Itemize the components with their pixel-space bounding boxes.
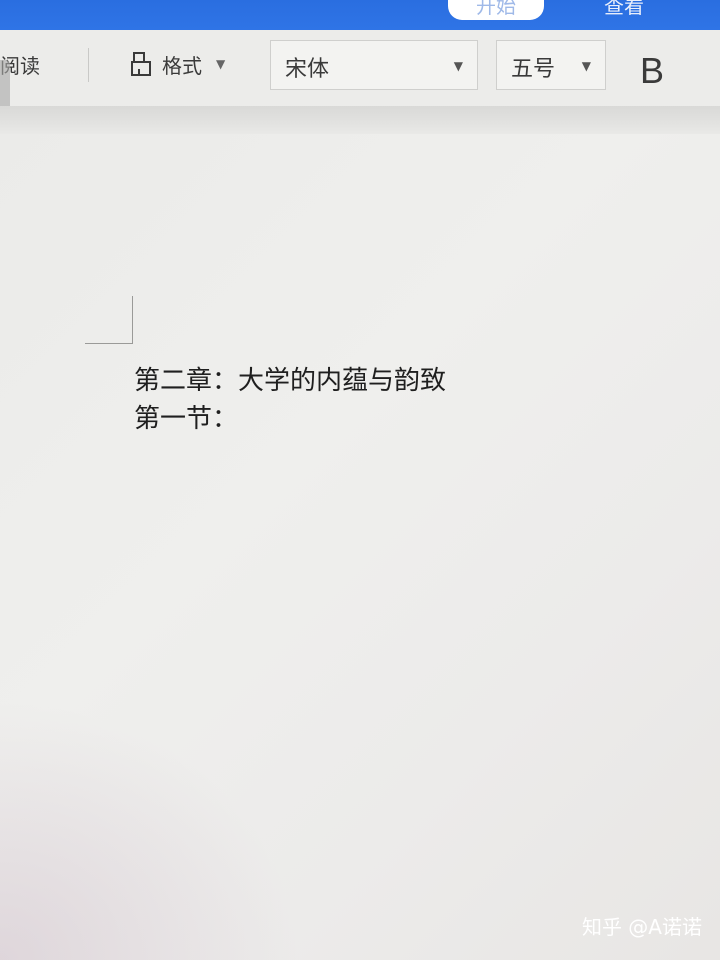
toolbar-divider — [88, 48, 89, 82]
format-brush-icon — [131, 52, 151, 76]
font-family-value: 宋体 — [285, 57, 330, 82]
font-family-select[interactable]: 宋体 ▼ — [270, 40, 478, 90]
tab-start[interactable]: 开始 — [448, 0, 544, 20]
chevron-down-icon: ▼ — [453, 59, 463, 73]
tab-view[interactable]: 查看 — [598, 0, 650, 20]
watermark: 知乎 @A诺诺 — [581, 915, 702, 939]
chevron-down-icon: ▼ — [581, 59, 591, 73]
chevron-down-icon: ▼ — [216, 57, 226, 71]
toolbar: 阅读 格式 ▼ 宋体 ▼ 五号 ▼ B — [0, 30, 720, 106]
document-heading-chapter[interactable]: 第二章：大学的内蕴与韵致 — [134, 360, 446, 397]
format-painter-button[interactable]: 格式 ▼ — [128, 46, 225, 82]
ribbon-tab-bar: 开始 查看 — [0, 0, 720, 30]
page-margin-corner-mark — [85, 296, 133, 344]
document-page[interactable] — [0, 134, 720, 960]
ruler-band — [0, 106, 720, 134]
bold-button[interactable]: B — [640, 50, 664, 92]
format-label: 格式 — [162, 53, 202, 78]
font-size-select[interactable]: 五号 ▼ — [496, 40, 606, 90]
document-heading-section[interactable]: 第一节： — [134, 398, 238, 435]
font-size-value: 五号 — [511, 57, 556, 82]
